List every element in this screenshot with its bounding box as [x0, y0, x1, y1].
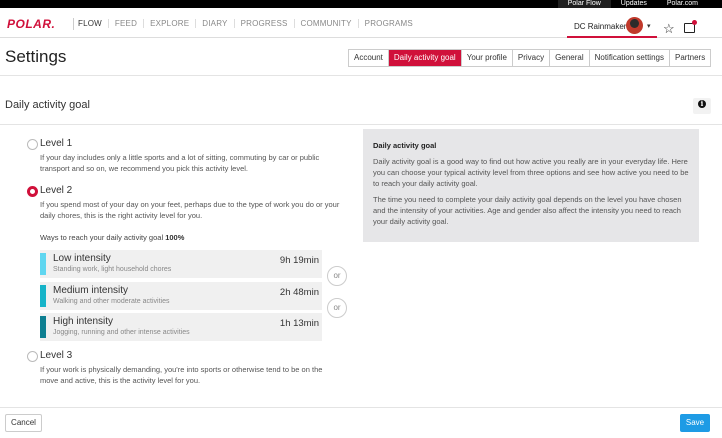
intensity-row-high: High intensity Jogging, running and othe…	[40, 313, 322, 341]
polar-logo[interactable]: POLAR.	[7, 17, 74, 31]
settings-tabs: Account Daily activity goal Your profile…	[348, 49, 712, 67]
tab-general[interactable]: General	[550, 50, 590, 66]
user-name: DC Rainmaker	[574, 22, 627, 31]
nav-feed[interactable]: FEED	[109, 19, 145, 28]
nav-links: FLOW FEED EXPLORE DIARY PROGRESS COMMUNI…	[78, 19, 419, 28]
tab-your-profile[interactable]: Your profile	[462, 50, 513, 66]
logo-text: POLAR.	[7, 17, 56, 31]
top-links: Polar Flow Updates Polar.com	[557, 0, 708, 8]
nav-explore[interactable]: EXPLORE	[144, 19, 197, 28]
or-separator: or	[327, 266, 347, 286]
info-panel: Daily activity goal Daily activity goal …	[363, 129, 699, 242]
main-nav: POLAR. FLOW FEED EXPLORE DIARY PROGRESS …	[0, 8, 722, 38]
level-3-radio[interactable]	[27, 351, 38, 362]
top-link-polar-com[interactable]: Polar.com	[657, 0, 708, 8]
or-separator: or	[327, 298, 347, 318]
intensity-name: Medium intensity	[53, 285, 129, 296]
chevron-down-icon: ▾	[647, 23, 651, 30]
intensity-row-low: Low intensity Standing work, light house…	[40, 250, 322, 278]
info-panel-paragraph-2: The time you need to complete your daily…	[373, 195, 682, 226]
logo-separator	[73, 18, 74, 30]
divider	[0, 75, 722, 76]
info-panel-paragraph-1: Daily activity goal is a good way to fin…	[373, 157, 689, 188]
tab-partners[interactable]: Partners	[670, 50, 710, 66]
section-title: Daily activity goal	[5, 99, 90, 111]
nav-community[interactable]: COMMUNITY	[295, 19, 359, 28]
intensity-color-bar	[40, 253, 46, 275]
info-icon[interactable]	[693, 98, 711, 114]
user-menu[interactable]: DC Rainmaker ▾	[567, 16, 657, 38]
level-3-title[interactable]: Level 3	[40, 350, 72, 361]
top-bar: Polar Flow Updates Polar.com	[0, 0, 722, 8]
save-button[interactable]: Save	[680, 414, 710, 432]
intensity-description: Jogging, running and other intense activ…	[53, 329, 190, 336]
intensity-color-bar	[40, 285, 46, 307]
level-1-radio[interactable]	[27, 139, 38, 150]
notifications-icon[interactable]	[684, 20, 697, 33]
intensity-name: High intensity	[53, 316, 114, 327]
level-2-title[interactable]: Level 2	[40, 185, 72, 196]
tab-daily-activity-goal[interactable]: Daily activity goal	[388, 50, 462, 66]
footer-divider	[0, 407, 722, 408]
ways-percent: 100%	[165, 233, 185, 242]
divider	[0, 124, 722, 125]
cancel-button[interactable]: Cancel	[5, 414, 42, 432]
intensity-description: Walking and other moderate activities	[53, 298, 170, 305]
tab-privacy[interactable]: Privacy	[513, 50, 551, 66]
intensity-color-bar	[40, 316, 46, 338]
intensity-row-medium: Medium intensity Walking and other moder…	[40, 282, 322, 310]
star-icon[interactable]: ☆	[663, 22, 675, 35]
intensity-time: 2h 48min	[279, 287, 319, 298]
ways-text: Ways to reach your daily activity goal	[40, 233, 164, 242]
nav-progress[interactable]: PROGRESS	[235, 19, 295, 28]
top-link-polar-flow[interactable]: Polar Flow	[557, 0, 611, 8]
intensity-time: 9h 19min	[279, 255, 319, 266]
info-panel-title: Daily activity goal	[373, 141, 437, 150]
level-2-description: If you spend most of your day on your fe…	[40, 200, 340, 220]
nav-programs[interactable]: PROGRAMS	[359, 19, 419, 28]
tab-notification-settings[interactable]: Notification settings	[590, 50, 670, 66]
intensity-time: 1h 13min	[279, 318, 319, 329]
avatar	[626, 17, 643, 34]
level-3-description: If your work is physically demanding, yo…	[40, 365, 323, 385]
nav-diary[interactable]: DIARY	[196, 19, 235, 28]
tab-account[interactable]: Account	[349, 50, 389, 66]
nav-flow[interactable]: FLOW	[78, 19, 109, 28]
top-link-updates[interactable]: Updates	[611, 0, 657, 8]
level-1-title[interactable]: Level 1	[40, 138, 72, 149]
level-1-description: If your day includes only a little sport…	[40, 153, 320, 173]
intensity-description: Standing work, light household chores	[53, 266, 172, 273]
page-title: Settings	[5, 47, 67, 66]
ways-label: Ways to reach your daily activity goal 1…	[40, 233, 184, 242]
level-2-radio[interactable]	[27, 186, 38, 197]
intensity-name: Low intensity	[53, 253, 111, 264]
